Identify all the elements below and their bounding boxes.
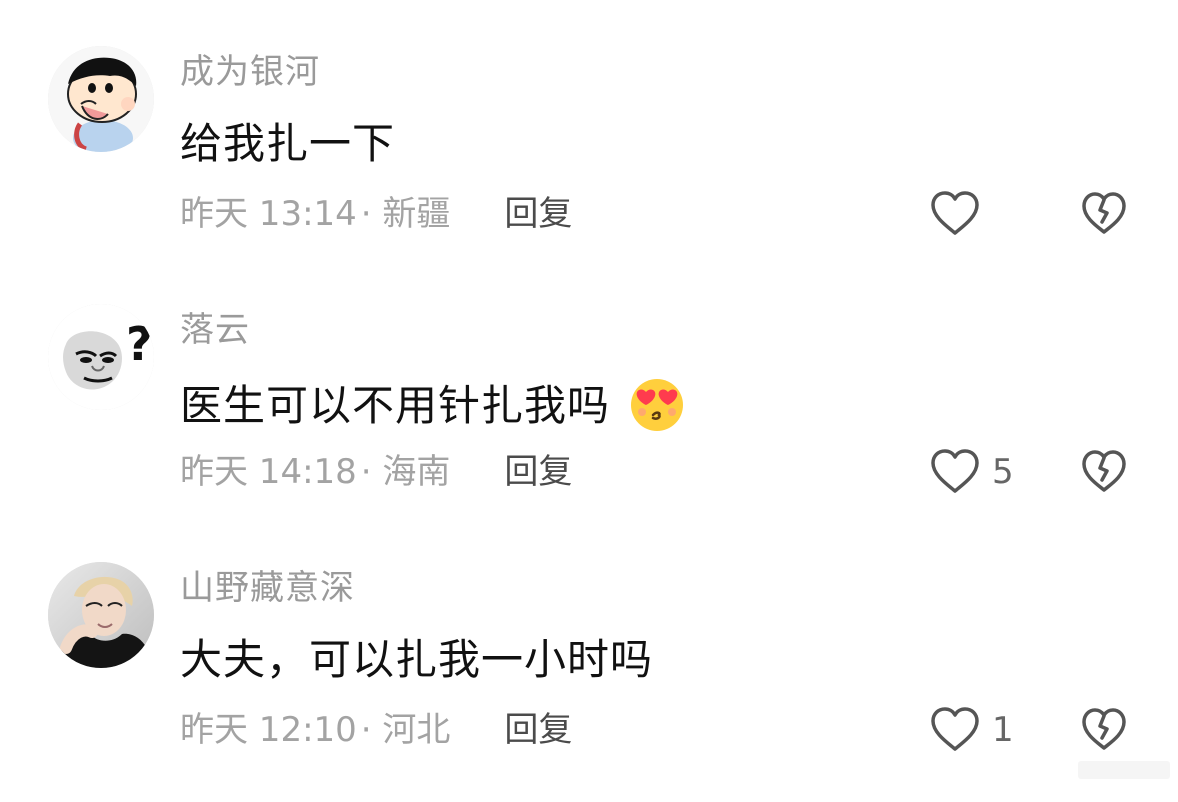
like-button[interactable]: 5 — [928, 446, 1014, 498]
like-button[interactable]: 1 — [928, 704, 1014, 756]
heart-outline-icon — [931, 707, 979, 751]
comment-item-2: ? 落云 医生可以不用针扎我吗 昨天 14:18 · 海南 回复 5 — [0, 258, 1178, 516]
comment-text-content: 医生可以不用针扎我吗 — [180, 381, 611, 430]
heart-outline-icon — [931, 449, 979, 493]
like-count: 1 — [992, 710, 1014, 750]
reply-button[interactable]: 回复 — [504, 706, 572, 754]
comment-text: 医生可以不用针扎我吗 — [180, 374, 686, 434]
comment-item-3: 山野藏意深 大夫，可以扎我一小时吗 昨天 12:10 · 河北 回复 1 — [0, 516, 1178, 774]
comment-time: 昨天 13:14 — [180, 194, 357, 234]
broken-heart-icon — [1082, 708, 1126, 750]
meme-face-question-avatar-icon: ? — [48, 304, 154, 410]
comment-location: · 海南 — [360, 452, 451, 492]
like-count: 5 — [992, 452, 1014, 492]
heart-outline-icon — [931, 191, 979, 235]
reply-button[interactable]: 回复 — [504, 190, 572, 238]
comment-time: 昨天 12:10 — [180, 710, 357, 750]
broken-heart-icon — [1082, 450, 1126, 492]
comment-meta: 昨天 13:14 · 新疆 回复 — [180, 190, 572, 238]
comment-meta: 昨天 12:10 · 河北 回复 — [180, 706, 572, 754]
reply-button[interactable]: 回复 — [504, 448, 572, 496]
username[interactable]: 山野藏意深 — [180, 566, 355, 610]
avatar[interactable] — [48, 562, 154, 668]
comment-text: 给我扎一下 — [180, 119, 396, 168]
broken-heart-icon — [1082, 192, 1126, 234]
heart-eyes-kiss-emoji-icon — [628, 374, 686, 432]
dislike-button[interactable] — [1080, 190, 1128, 238]
comment-time: 昨天 14:18 — [180, 452, 357, 492]
comment-meta: 昨天 14:18 · 海南 回复 — [180, 448, 572, 496]
cartoon-boy-avatar-icon — [48, 46, 154, 152]
svg-text:?: ? — [126, 317, 153, 371]
avatar[interactable] — [48, 46, 154, 152]
comment-text: 大夫，可以扎我一小时吗 — [180, 635, 654, 684]
username[interactable]: 落云 — [180, 308, 250, 352]
scrollbar[interactable] — [1078, 761, 1170, 779]
comment-location: · 新疆 — [360, 194, 451, 234]
comment-item-1: 成为银河 给我扎一下 昨天 13:14 · 新疆 回复 — [0, 0, 1178, 258]
comment-location: · 河北 — [360, 710, 451, 750]
dislike-button[interactable] — [1080, 448, 1128, 496]
like-button[interactable] — [928, 188, 992, 240]
avatar[interactable]: ? — [48, 304, 154, 410]
dislike-button[interactable] — [1080, 706, 1128, 754]
username[interactable]: 成为银河 — [180, 50, 320, 94]
portrait-avatar-icon — [48, 562, 154, 668]
